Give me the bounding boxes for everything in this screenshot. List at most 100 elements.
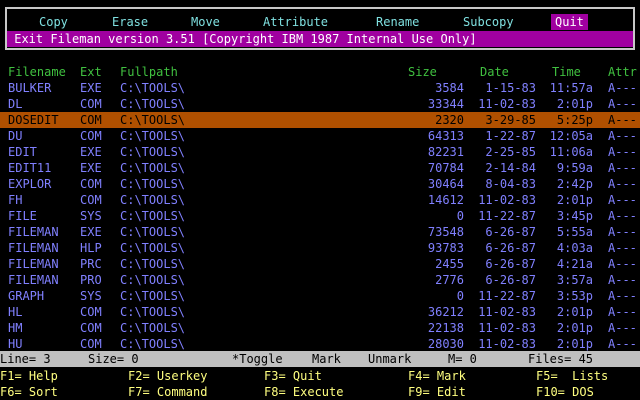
cell-attr: A--- xyxy=(608,81,637,95)
cell-date: 11-22-87 xyxy=(478,209,536,223)
cell-size: 64313 xyxy=(427,129,464,143)
cell-time: 3:45p xyxy=(556,209,593,223)
fkey-f3[interactable]: F3= Quit xyxy=(264,368,322,384)
fkey-f7[interactable]: F7= Command xyxy=(128,384,207,400)
cell-date: 11-02-83 xyxy=(478,193,536,207)
cell-time: 12:05a xyxy=(549,129,593,143)
table-row[interactable]: BULKER EXE C:\TOOLS\ 3584 1-15-83 11:57a A--- xyxy=(0,80,640,96)
cell-filename: HL xyxy=(8,305,23,319)
cell-ext: EXE xyxy=(80,145,102,159)
cell-size: 2320 xyxy=(435,113,464,127)
col-size: Size xyxy=(408,65,437,79)
table-row[interactable]: HM COM C:\TOOLS\ 22138 11-02-83 2:01p A--- xyxy=(0,320,640,336)
cell-time: 3:53p xyxy=(556,289,593,303)
cell-fullpath: C:\TOOLS\ xyxy=(120,273,186,287)
cell-filename: DU xyxy=(8,129,23,143)
fileman-screen: Copy Erase Move Attribute Rename Subcopy… xyxy=(0,0,640,400)
cell-filename: HM xyxy=(8,321,23,335)
mark-label[interactable]: Mark xyxy=(312,351,341,367)
table-row[interactable]: FH COM C:\TOOLS\ 14612 11-02-83 2:01p A--- xyxy=(0,192,640,208)
cell-ext: COM xyxy=(80,321,102,335)
cell-fullpath: C:\TOOLS\ xyxy=(120,145,186,159)
menu-bar: Copy Erase Move Attribute Rename Subcopy… xyxy=(7,14,633,30)
cell-size: 82231 xyxy=(427,145,464,159)
line-indicator: Line= 3 xyxy=(0,352,51,366)
cell-fullpath: C:\TOOLS\ xyxy=(120,257,186,271)
cell-date: 6-26-87 xyxy=(485,225,536,239)
menu-copy[interactable]: Copy xyxy=(39,14,68,30)
table-row[interactable]: FILE SYS C:\TOOLS\ 0 11-22-87 3:45p A--- xyxy=(0,208,640,224)
cell-time: 5:25p xyxy=(556,113,593,127)
cell-date: 1-15-83 xyxy=(485,81,536,95)
menu-subcopy[interactable]: Subcopy xyxy=(463,14,514,30)
cell-ext: EXE xyxy=(80,161,102,175)
toggle-label[interactable]: *Toggle xyxy=(232,351,283,367)
cell-filename: EDIT11 xyxy=(8,161,52,175)
cell-size: 2455 xyxy=(435,257,464,271)
cell-fullpath: C:\TOOLS\ xyxy=(120,193,186,207)
fkey-f10[interactable]: F10= DOS xyxy=(536,384,594,400)
cell-filename: FILEMAN xyxy=(8,241,59,255)
cell-ext: EXE xyxy=(80,81,102,95)
fkey-f6[interactable]: F6= Sort xyxy=(0,384,58,400)
cell-time: 3:57a xyxy=(556,273,593,287)
menu-quit[interactable]: Quit xyxy=(551,14,588,30)
cell-time: 5:55a xyxy=(556,225,593,239)
table-row[interactable]: EDIT11 EXE C:\TOOLS\ 70784 2-14-84 9:59a A--- xyxy=(0,160,640,176)
cell-filename: BULKER xyxy=(8,81,52,95)
cell-attr: A--- xyxy=(608,321,637,335)
menu-erase[interactable]: Erase xyxy=(112,14,148,30)
table-row[interactable]: DL COM C:\TOOLS\ 33344 11-02-83 2:01p A--- xyxy=(0,96,640,112)
fkey-f2[interactable]: F2= Userkey xyxy=(128,368,207,384)
cell-attr: A--- xyxy=(608,129,637,143)
cell-attr: A--- xyxy=(608,113,637,127)
cell-size: 30464 xyxy=(427,177,464,191)
cell-size: 0 xyxy=(456,289,464,303)
table-row[interactable]: DU COM C:\TOOLS\ 64313 1-22-87 12:05a A--- xyxy=(0,128,640,144)
unmark-label[interactable]: Unmark xyxy=(368,351,411,367)
cell-fullpath: C:\TOOLS\ xyxy=(120,321,186,335)
table-row[interactable]: EXPLOR COM C:\TOOLS\ 30464 8-04-83 2:42p A--- xyxy=(0,176,640,192)
fkey-f8[interactable]: F8= Execute xyxy=(264,384,343,400)
cell-filename: DOSEDIT xyxy=(8,113,59,127)
table-row[interactable]: EDIT EXE C:\TOOLS\ 82231 2-25-85 11:06a A--- xyxy=(0,144,640,160)
table-row-selected[interactable]: DOSEDIT COM C:\TOOLS\ 2320 3-29-85 5:25p A--- xyxy=(0,112,640,128)
cell-ext: EXE xyxy=(80,225,102,239)
table-row[interactable]: FILEMAN HLP C:\TOOLS\ 93783 6-26-87 4:03a A--- xyxy=(0,240,640,256)
menu-rename[interactable]: Rename xyxy=(376,14,419,30)
col-time: Time xyxy=(552,65,581,79)
col-date: Date xyxy=(480,65,509,79)
menu-attribute[interactable]: Attribute xyxy=(263,14,328,30)
cell-attr: A--- xyxy=(608,225,637,239)
cell-size: 36212 xyxy=(427,305,464,319)
cell-fullpath: C:\TOOLS\ xyxy=(120,209,186,223)
cell-fullpath: C:\TOOLS\ xyxy=(120,113,186,127)
menu-move[interactable]: Move xyxy=(191,14,220,30)
table-row[interactable]: HL COM C:\TOOLS\ 36212 11-02-83 2:01p A--- xyxy=(0,304,640,320)
cell-fullpath: C:\TOOLS\ xyxy=(120,177,186,191)
cell-fullpath: C:\TOOLS\ xyxy=(120,289,186,303)
cell-filename: FH xyxy=(8,193,23,207)
table-row[interactable]: FILEMAN PRO C:\TOOLS\ 2776 6-26-87 3:57a A--- xyxy=(0,272,640,288)
cell-time: 4:03a xyxy=(556,241,593,255)
cell-date: 6-26-87 xyxy=(485,257,536,271)
table-row[interactable]: FILEMAN PRC C:\TOOLS\ 2455 6-26-87 4:21a A--- xyxy=(0,256,640,272)
cell-time: 11:57a xyxy=(549,81,593,95)
fkey-f9[interactable]: F9= Edit xyxy=(408,384,466,400)
table-row[interactable]: GRAPH SYS C:\TOOLS\ 0 11-22-87 3:53p A--- xyxy=(0,288,640,304)
table-row[interactable]: HU COM C:\TOOLS\ 28030 11-02-83 2:01p A--- xyxy=(0,336,640,352)
col-filename: Filename xyxy=(8,65,66,79)
table-row[interactable]: FILEMAN EXE C:\TOOLS\ 73548 6-26-87 5:55a A--- xyxy=(0,224,640,240)
cell-ext: COM xyxy=(80,177,102,191)
cell-attr: A--- xyxy=(608,177,637,191)
status-message: Exit Fileman version 3.51 [Copyright IBM… xyxy=(7,31,633,47)
cell-attr: A--- xyxy=(608,209,637,223)
cell-fullpath: C:\TOOLS\ xyxy=(120,97,186,111)
cell-size: 70784 xyxy=(427,161,464,175)
cell-ext: COM xyxy=(80,113,102,127)
fkey-f4[interactable]: F4= Mark xyxy=(408,368,466,384)
col-attr: Attr xyxy=(608,65,637,79)
fkey-f1[interactable]: F1= Help xyxy=(0,368,58,384)
fkey-f5[interactable]: F5= Lists xyxy=(536,368,608,384)
cell-filename: EXPLOR xyxy=(8,177,52,191)
